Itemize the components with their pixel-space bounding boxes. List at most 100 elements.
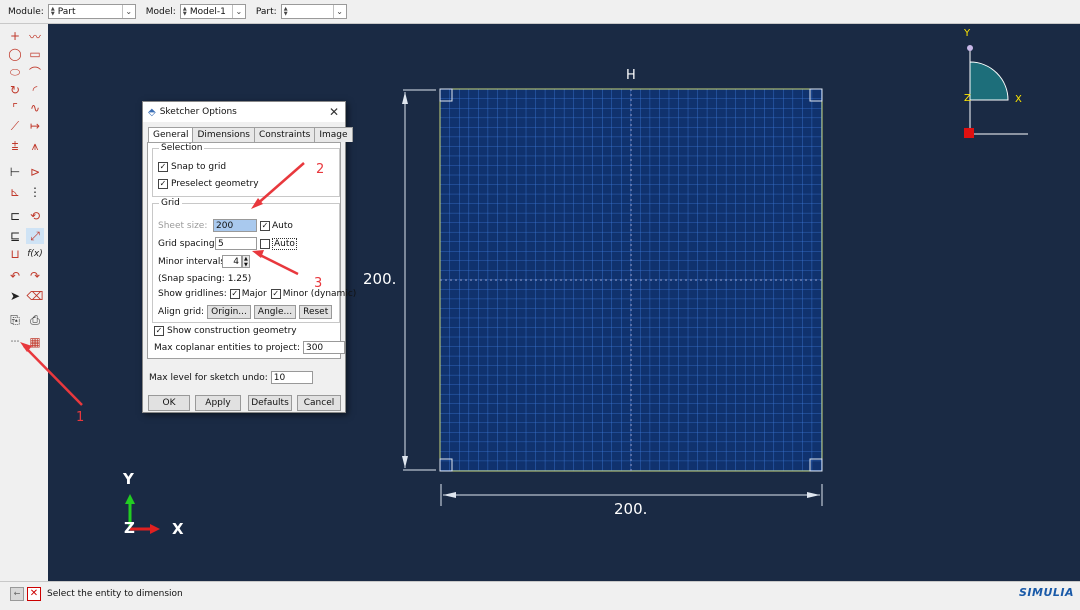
eraser-icon[interactable]: ⌫ xyxy=(26,288,44,304)
arc-three-point-icon[interactable]: ◜ xyxy=(26,82,44,98)
show-construction-checkbox[interactable]: ✓ Show construction geometry xyxy=(154,326,297,336)
pattern-icon[interactable]: ⊔ xyxy=(6,246,24,262)
parameter-icon[interactable]: ⋮ xyxy=(26,184,44,200)
max-undo-label: Max level for sketch undo: xyxy=(149,372,268,383)
max-undo-input[interactable]: 10 xyxy=(270,371,313,384)
module-selector: Module: ▲ ▼ Part ⌄ xyxy=(8,4,136,19)
selection-group-label: Selection xyxy=(161,143,203,153)
part-label: Part: xyxy=(255,6,277,17)
ellipse-icon[interactable]: ⬭ xyxy=(6,64,24,80)
arrow-icon[interactable]: ↦ xyxy=(26,118,44,134)
spline-icon[interactable]: ∿ xyxy=(26,100,44,116)
minor-intervals-input[interactable]: 4 xyxy=(222,255,242,268)
scale-icon[interactable]: ⤢ xyxy=(26,228,44,244)
chevron-down-icon[interactable]: ⌄ xyxy=(332,5,346,18)
ok-button[interactable]: OK xyxy=(148,395,190,411)
fillet-icon[interactable]: ⌜ xyxy=(6,100,24,116)
defaults-button[interactable]: Defaults xyxy=(248,395,292,411)
reset-button[interactable]: Reset xyxy=(299,305,333,319)
snap-to-grid-checkbox[interactable]: ✓ Snap to grid xyxy=(158,162,226,172)
major-label: Major xyxy=(241,289,267,299)
close-icon[interactable]: ✕ xyxy=(329,105,339,119)
back-arrow-icon[interactable]: ← xyxy=(10,586,24,601)
spin-stepper-icon[interactable]: ▲ ▼ xyxy=(242,255,250,268)
arc-center-icon[interactable]: ↻ xyxy=(6,82,24,98)
max-coplanar-label: Max coplanar entities to project: xyxy=(154,342,300,353)
module-label: Module: xyxy=(8,6,44,17)
project-edges-icon[interactable]: ⩚ xyxy=(26,138,44,154)
isolated-point-icon[interactable]: + xyxy=(6,28,24,44)
circle-icon[interactable]: ◯ xyxy=(6,46,24,62)
apply-button[interactable]: Apply xyxy=(195,395,241,411)
show-gridlines-row: Show gridlines: ✓ Major ✓ Minor (dynamic… xyxy=(158,289,356,299)
dimension-icon[interactable]: ⊳ xyxy=(26,164,44,180)
part-selector: Part: ▲ ▼ ⌄ xyxy=(256,4,347,19)
show-gridlines-label: Show gridlines: xyxy=(158,289,227,299)
construction-line-icon[interactable]: ⟋ xyxy=(6,118,24,134)
checkbox-checked-icon[interactable]: ✓ xyxy=(154,326,164,336)
chevron-down-icon[interactable]: ⌄ xyxy=(121,5,135,18)
view-triad-quadrant xyxy=(969,61,1009,101)
translate-icon[interactable]: ⊏ xyxy=(6,208,24,224)
constraint-icon[interactable]: ⊢ xyxy=(6,164,24,180)
tab-dimensions[interactable]: Dimensions xyxy=(192,127,255,142)
max-coplanar-input[interactable]: 300 xyxy=(302,341,345,354)
offset-icon[interactable]: ⩲ xyxy=(6,138,24,154)
view-triad-point xyxy=(967,45,973,51)
max-undo-row: Max level for sketch undo: 10 xyxy=(149,371,313,384)
dialog-titlebar[interactable]: ⬘ Sketcher Options ✕ xyxy=(143,102,345,122)
triad-z-label: Z xyxy=(124,519,135,537)
checkbox-checked-icon[interactable]: ✓ xyxy=(260,220,270,231)
sketcher-options-icon[interactable]: ⋯ xyxy=(6,334,24,350)
grid-icon[interactable]: ▦ xyxy=(26,334,44,350)
checkbox-checked-icon[interactable]: ✓ xyxy=(158,162,168,172)
model-value: Model-1 xyxy=(189,6,226,17)
fx-icon[interactable]: f(x) xyxy=(26,246,44,262)
left-dimension-value[interactable]: 200. xyxy=(363,270,396,288)
chevron-down-icon[interactable]: ⌄ xyxy=(231,5,245,18)
cancel-button[interactable]: Cancel xyxy=(297,395,341,411)
spacing-auto-label: Auto xyxy=(272,237,297,250)
preselect-geometry-checkbox[interactable]: ✓ Preselect geometry xyxy=(158,179,259,189)
checkbox-checked-icon[interactable]: ✓ xyxy=(229,289,240,299)
origin-button[interactable]: Origin... xyxy=(207,305,251,319)
checkbox-checked-icon[interactable]: ✓ xyxy=(270,289,281,299)
angle-button[interactable]: Angle... xyxy=(253,305,297,319)
sheet-size-input[interactable]: 200 xyxy=(213,219,257,232)
sheet-size-row: Sheet size: 200 ✓ Auto xyxy=(158,219,293,232)
view-triad-x-label: X xyxy=(1015,94,1022,105)
snap-to-grid-label: Snap to grid xyxy=(171,162,227,172)
dialog-title: Sketcher Options xyxy=(159,107,237,117)
pointer-icon[interactable]: ➤ xyxy=(6,288,24,304)
simulia-logo: SIMULIA xyxy=(1018,586,1074,599)
model-combo[interactable]: ▲ ▼ Model-1 ⌄ xyxy=(179,4,246,19)
grid-spacing-input[interactable]: 5 xyxy=(215,237,257,250)
tab-constraints[interactable]: Constraints xyxy=(254,127,316,142)
part-combo[interactable]: ▲ ▼ ⌄ xyxy=(280,4,347,19)
checkbox-unchecked-icon[interactable] xyxy=(260,238,270,249)
rotate-icon[interactable]: ⟲ xyxy=(26,208,44,224)
minor-intervals-row: Minor intervals: 4 ▲ ▼ xyxy=(158,255,250,268)
tab-general[interactable]: General xyxy=(148,127,194,142)
redo-icon[interactable]: ↷ xyxy=(26,268,44,284)
edit-dimension-icon[interactable]: ⊾ xyxy=(6,184,24,200)
tab-image[interactable]: Image xyxy=(314,127,353,142)
annotation-label-1: 1 xyxy=(76,410,85,425)
bottom-dimension-value[interactable]: 200. xyxy=(614,500,647,518)
connected-lines-icon[interactable]: 〰 xyxy=(26,28,44,44)
general-tab-panel: Selection ✓ Snap to grid ✓ Preselect geo… xyxy=(147,142,356,359)
model-selector: Model: ▲ ▼ Model-1 ⌄ xyxy=(146,4,246,19)
y-axis-arrowhead xyxy=(125,494,135,504)
undo-icon[interactable]: ↶ xyxy=(6,268,24,284)
sketch-file-icon[interactable]: ⎘ xyxy=(6,312,24,328)
arc-tangent-icon[interactable]: ⌒ xyxy=(26,64,44,80)
checkbox-checked-icon[interactable]: ✓ xyxy=(158,179,168,189)
save-sketch-icon[interactable]: ⎙ xyxy=(26,312,44,328)
spin-icon: ▲ ▼ xyxy=(182,5,187,17)
cancel-procedure-icon[interactable]: ✕ xyxy=(27,586,41,601)
mirror-icon[interactable]: ⊑ xyxy=(6,228,24,244)
triad-x-label: X xyxy=(172,520,184,538)
context-bar: Module: ▲ ▼ Part ⌄ Model: ▲ ▼ Model-1 ⌄ Pa… xyxy=(0,0,1080,24)
module-combo[interactable]: ▲ ▼ Part ⌄ xyxy=(47,4,136,19)
rectangle-icon[interactable]: ▭ xyxy=(26,46,44,62)
